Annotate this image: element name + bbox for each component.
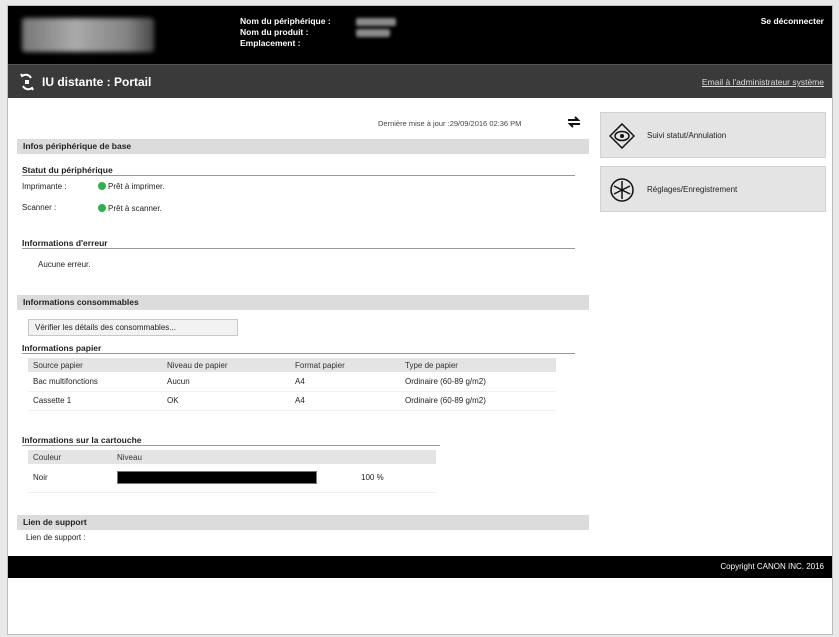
footer: Copyright CANON INC. 2016 [8,556,832,578]
cartridge-level-text: 100 % [356,464,436,493]
cell: Ordinaire (60-89 g/m2) [400,391,556,411]
col-format: Format papier [290,358,400,372]
status-cancel-label: Suivi statut/Annulation [647,131,727,140]
page-frame: Nom du périphérique : Nom du produit : E… [7,5,833,635]
col-level: Niveau [112,450,436,464]
cartridge-color: Noir [28,464,112,493]
col-source: Source papier [28,358,162,372]
refresh-icon[interactable] [566,114,582,130]
device-name-value-redacted [356,18,396,26]
cell: Cassette 1 [28,391,162,411]
product-name-label: Nom du produit : [240,27,309,37]
product-name-value-redacted [356,29,390,37]
scanner-label: Scanner : [22,203,57,212]
paper-table-header: Source papier Niveau de papier Format pa… [28,358,556,372]
cell: A4 [290,391,400,411]
logout-link[interactable]: Se déconnecter [761,16,824,26]
settings-registration-label: Réglages/Enregistrement [647,185,738,194]
status-cancel-button[interactable]: Suivi statut/Annulation [600,112,826,158]
cell: Ordinaire (60-89 g/m2) [400,372,556,392]
error-text: Aucune erreur. [38,260,91,269]
status-monitor-icon [609,123,635,149]
error-info-heading: Informations d'erreur [22,238,575,249]
table-row: Cassette 1 OK A4 Ordinaire (60-89 g/m2) [28,391,556,411]
col-color: Couleur [28,450,112,464]
title-bar: IU distante : Portail Email à l'administ… [8,64,832,98]
cell: Bac multifonctions [28,372,162,392]
location-label: Emplacement : [240,38,301,48]
cartridge-info-heading: Informations sur la cartouche [22,435,440,446]
settings-icon [610,178,634,202]
cell: OK [162,391,290,411]
last-update-text: Dernière mise à jour :29/09/2016 02:36 P… [378,119,522,128]
page-title: IU distante : Portail [42,75,152,89]
cell: Aucun [162,372,290,392]
printer-status-dot-icon [98,182,106,190]
basic-info-heading: Infos périphérique de base [17,139,589,154]
device-name-label: Nom du périphérique : [240,16,331,26]
support-link-label: Lien de support : [26,533,86,542]
cartridge-table-header: Couleur Niveau [28,450,436,464]
top-header: Nom du périphérique : Nom du produit : E… [8,6,832,64]
cell: A4 [290,372,400,392]
settings-registration-button[interactable]: Réglages/Enregistrement [600,166,826,212]
col-type: Type de papier [400,358,556,372]
toner-level-bar [117,471,317,485]
printer-status: Prêt à imprimer. [98,182,164,191]
check-consumables-button[interactable]: Vérifier les détails des consommables... [28,319,238,336]
printer-label: Imprimante : [22,182,67,191]
device-status-heading: Statut du périphérique [22,165,575,176]
support-heading: Lien de support [17,515,589,530]
device-info: Nom du périphérique : Nom du produit : E… [240,16,331,49]
col-level: Niveau de papier [162,358,290,372]
table-row: Bac multifonctions Aucun A4 Ordinaire (6… [28,372,556,392]
paper-info-heading: Informations papier [22,343,575,354]
admin-email-link[interactable]: Email à l'administrateur système [702,77,824,87]
copyright-text: Copyright CANON INC. 2016 [720,562,824,571]
remote-ui-icon [20,73,34,91]
cartridge-level-bar-cell [112,464,356,493]
table-row: Noir 100 % [28,464,436,493]
brand-logo [22,18,154,52]
scanner-status: Prêt à scanner. [98,204,162,213]
scanner-status-dot-icon [98,204,106,212]
consumables-heading: Informations consommables [17,295,589,310]
paper-table: Source papier Niveau de papier Format pa… [28,358,556,411]
cartridge-table: Couleur Niveau Noir 100 % [28,450,436,493]
